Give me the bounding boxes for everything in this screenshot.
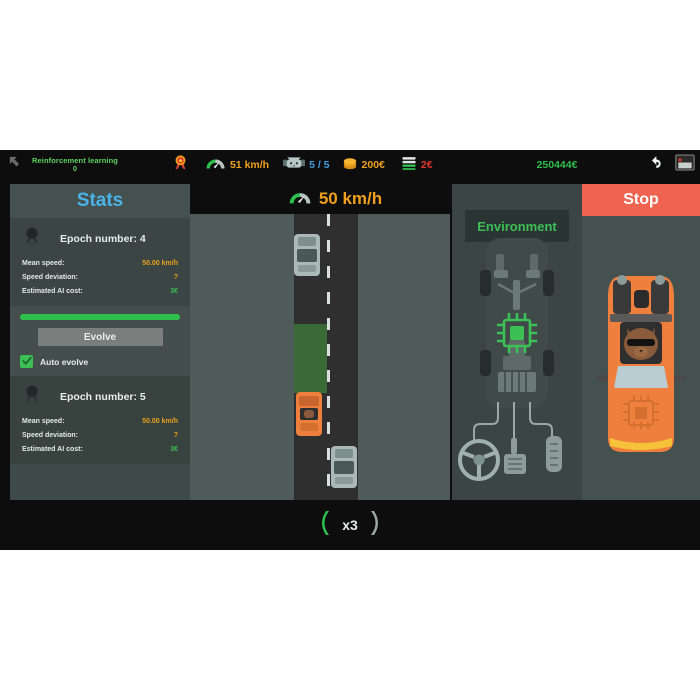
- game-viewport: Reinforcement learning 0 51 km/h 5 / 5 2…: [0, 150, 700, 550]
- stat-value: 50.00 km/h: [142, 417, 178, 425]
- coins-value: 200€: [361, 159, 385, 171]
- environment-panel: Environment: [452, 184, 582, 500]
- money-stat: 250444€: [533, 150, 578, 180]
- green-zone-marker: [294, 324, 327, 393]
- coins-stat: 200€: [342, 150, 385, 180]
- stat-value: 50.00 km/h: [142, 259, 178, 267]
- stats-panel: Stats Epoch number: 4 Mean speed: 50.00 …: [10, 184, 190, 500]
- stat-row-mean-speed-5: Mean speed: 50.00 km/h: [18, 414, 182, 428]
- stat-key: Mean speed:: [22, 259, 65, 267]
- stat-row-mean-speed-4: Mean speed: 50.00 km/h: [18, 256, 182, 270]
- brake-pedal-icon: [502, 438, 528, 483]
- evolve-block: Evolve Auto evolve: [10, 306, 190, 376]
- current-speed-display: 50 km/h: [250, 184, 420, 214]
- stat-value: ?: [173, 431, 178, 439]
- epoch-card-4: Epoch number: 4 Mean speed: 50.00 km/h S…: [10, 218, 190, 306]
- stat-key: Speed deviation:: [22, 431, 79, 439]
- auto-evolve-label: Auto evolve: [40, 356, 89, 367]
- chevron-left-icon[interactable]: [318, 510, 331, 541]
- traffic-car-bottom: [331, 446, 357, 488]
- speedometer-icon: [288, 187, 312, 211]
- checkmark-icon: [21, 353, 32, 371]
- speed-value: 51 km/h: [229, 159, 270, 171]
- speed-stat: 51 km/h: [205, 150, 269, 180]
- screen-icon: [675, 154, 695, 176]
- stat-row-speed-deviation-5: Speed deviation: ?: [18, 428, 182, 442]
- traffic-car-top: [294, 234, 320, 276]
- server-stat: 2€: [401, 150, 433, 180]
- road-centerline: [327, 214, 330, 500]
- server-icon: [401, 155, 417, 176]
- stat-row-speed-deviation-4: Speed deviation: ?: [18, 270, 182, 284]
- bottom-speed-bar: x3: [0, 500, 700, 550]
- epoch-header-4: Epoch number: 4: [18, 224, 182, 256]
- stats-title: Stats: [10, 184, 190, 218]
- auto-evolve-checkbox[interactable]: [20, 355, 33, 368]
- gas-pedal-icon: [542, 434, 566, 483]
- stat-row-ai-cost-5: Estimated AI cost: 3€: [18, 442, 182, 456]
- money-value: 250444€: [536, 159, 578, 171]
- auto-evolve-row[interactable]: Auto evolve: [20, 355, 180, 368]
- stat-row-ai-cost-4: Estimated AI cost: 3€: [18, 284, 182, 298]
- undo-icon: [650, 153, 669, 177]
- screen-button[interactable]: [672, 152, 698, 178]
- player-car-portrait: [595, 270, 687, 475]
- grass-left: [190, 214, 294, 500]
- driver-stat: 5 / 5: [283, 150, 330, 180]
- driver-value: 5 / 5: [309, 159, 330, 171]
- medal-icon: [22, 226, 42, 251]
- back-arrow-icon: [7, 154, 24, 176]
- mode-value: 0: [72, 164, 78, 173]
- stat-value: 3€: [170, 445, 178, 453]
- steering-wheel-icon: [456, 438, 502, 487]
- evolve-button[interactable]: Evolve: [37, 328, 163, 346]
- evolve-progress-bar: [20, 314, 180, 320]
- player-car: [296, 392, 322, 436]
- grass-right: [362, 214, 450, 500]
- speedometer-icon: [205, 154, 226, 176]
- server-value: 2€: [420, 159, 433, 171]
- medal-icon: [172, 154, 189, 176]
- top-status-bar: Reinforcement learning 0 51 km/h 5 / 5 2…: [0, 150, 700, 180]
- current-speed-value: 50 km/h: [318, 189, 383, 208]
- epoch-header-label-4: Epoch number: 4: [60, 232, 146, 245]
- road-simulation: [190, 214, 450, 500]
- evolve-progress-fill: [20, 314, 180, 320]
- epoch-header-label-5: Epoch number: 5: [60, 390, 146, 403]
- mode-indicator: Reinforcement learning 0: [32, 157, 118, 173]
- undo-button[interactable]: [646, 152, 672, 178]
- player-car-panel: [582, 184, 700, 500]
- cat-helmet-icon: [283, 154, 306, 176]
- epoch-header-5: Epoch number: 5: [18, 382, 182, 414]
- cat-driver-icon: [304, 410, 314, 418]
- back-button[interactable]: [0, 150, 30, 180]
- stat-key: Estimated AI cost:: [22, 445, 83, 453]
- speed-multiplier-value: x3: [342, 517, 358, 533]
- stop-button[interactable]: Stop: [582, 184, 700, 216]
- coins-icon: [342, 155, 358, 176]
- epoch-card-5: Epoch number: 5 Mean speed: 50.00 km/h S…: [10, 376, 190, 464]
- stat-key: Speed deviation:: [22, 273, 79, 281]
- stat-key: Mean speed:: [22, 417, 65, 425]
- stat-key: Estimated AI cost:: [22, 287, 83, 295]
- medal-icon: [22, 384, 42, 409]
- medal-stat: [172, 150, 189, 180]
- chevron-right-icon[interactable]: [369, 510, 382, 541]
- stat-value: ?: [173, 273, 178, 281]
- stat-value: 3€: [170, 287, 178, 295]
